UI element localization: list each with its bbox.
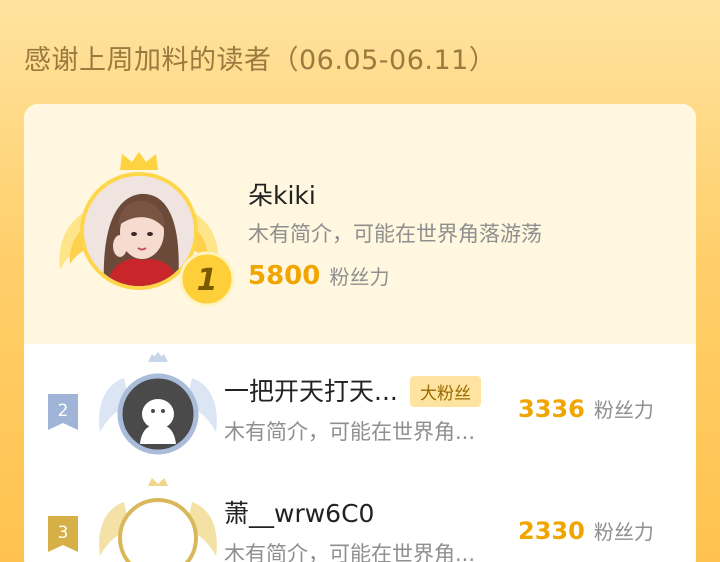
- reader-ranking-card: 1 朵kiki 木有简介，可能在世界角落游荡 5800 粉丝力 2 一把开天打天…: [24, 104, 696, 562]
- rank-bookmark-icon: 2: [48, 394, 78, 430]
- rank-medal-icon: 1: [179, 251, 235, 307]
- reader-intro: 木有简介，可能在世界角...: [224, 542, 476, 562]
- fan-power: 3336 粉丝力: [518, 394, 654, 423]
- fan-power: 5800 粉丝力: [248, 261, 389, 291]
- top-reader-avatar-frame: 1: [54, 146, 235, 307]
- crown-icon: [120, 152, 158, 170]
- fan-power-unit: 粉丝力: [329, 265, 390, 289]
- rank-number: 1: [197, 263, 218, 298]
- list-item[interactable]: 2 一把开天打天... 大粉丝 木有简介，可能在世界角... 3336 粉丝力: [24, 348, 696, 468]
- avatar-frame: [94, 348, 222, 466]
- bronze-wings-icon: [99, 478, 217, 562]
- fan-power: 2330 粉丝力: [518, 516, 654, 545]
- fan-power-value: 3336: [518, 395, 585, 423]
- fan-power-value: 5800: [248, 261, 321, 291]
- reader-name: 朵kiki: [248, 181, 316, 210]
- fan-power-unit: 粉丝力: [593, 398, 654, 422]
- fan-power-unit: 粉丝力: [593, 520, 654, 544]
- rank-bookmark-icon: 3: [48, 516, 78, 552]
- list-item[interactable]: 3 萧__wrw6C0 木有简介，可能在世界角... 2330 粉丝力: [24, 470, 696, 562]
- avatar-frame: [94, 472, 222, 562]
- rank-number: 2: [58, 401, 69, 421]
- reader-name: 一把开天打天...: [224, 377, 398, 406]
- top-reader-entry[interactable]: 1 朵kiki 木有简介，可能在世界角落游荡 5800 粉丝力: [24, 104, 696, 344]
- reader-intro: 木有简介，可能在世界角落游荡: [248, 222, 542, 246]
- rank-number: 3: [58, 523, 69, 543]
- silver-wings-icon: [99, 352, 217, 455]
- page-title: 感谢上周加料的读者（06.05-06.11）: [24, 45, 497, 76]
- reader-name: 萧__wrw6C0: [224, 499, 375, 528]
- reader-intro: 木有简介，可能在世界角...: [224, 420, 476, 444]
- status-badge: 大粉丝: [410, 376, 481, 407]
- fan-power-value: 2330: [518, 517, 585, 545]
